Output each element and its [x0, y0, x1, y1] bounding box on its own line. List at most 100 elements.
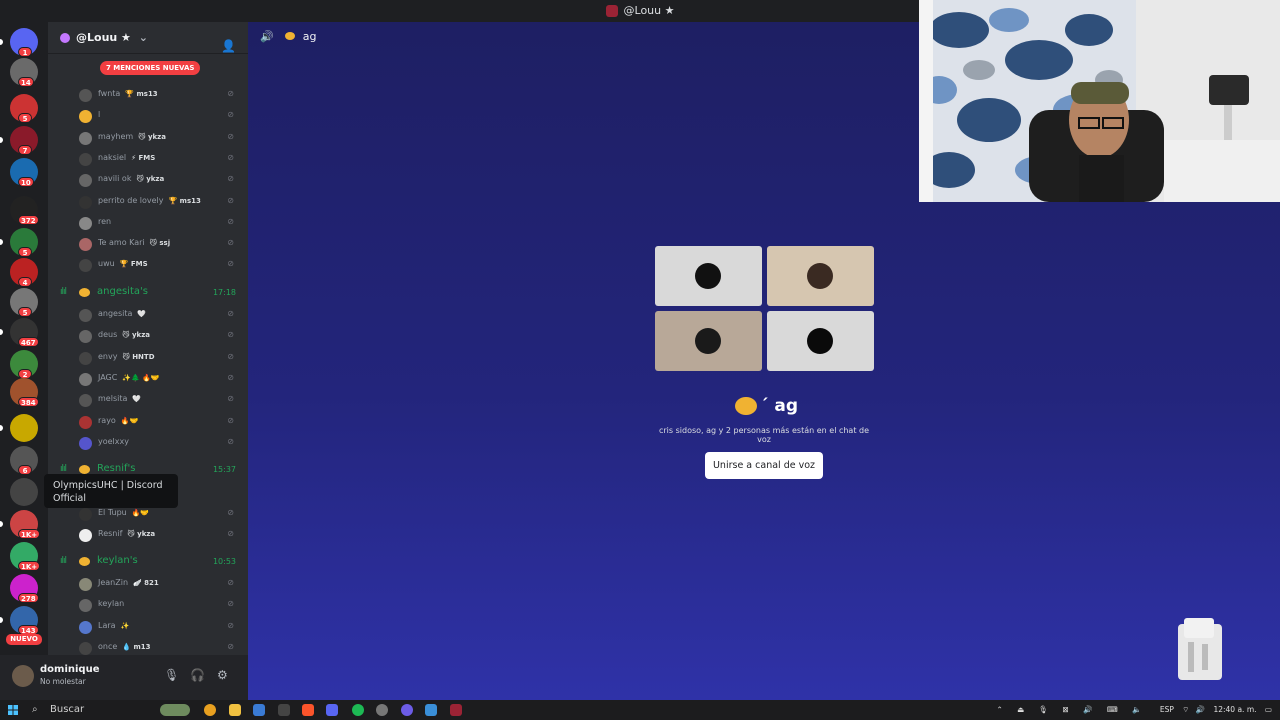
- join-voice-button[interactable]: Unirse a canal de voz: [705, 452, 823, 479]
- voice-member[interactable]: navili ok 😼 ykza ⊘: [48, 170, 248, 190]
- unread-pip: [0, 137, 3, 143]
- member-name-wrap: navili ok 😼 ykza: [98, 174, 164, 183]
- headphones-icon[interactable]: 🎧: [190, 668, 205, 682]
- voice-member[interactable]: Te amo Kari 😼 ssj ⊘: [48, 234, 248, 254]
- clock[interactable]: 12:40 a. m.: [1213, 705, 1256, 714]
- deafened-icon: ⊘: [227, 529, 234, 539]
- app2-icon[interactable]: [401, 704, 413, 716]
- store-icon[interactable]: [253, 704, 265, 716]
- deafened-icon: ⊘: [227, 110, 234, 120]
- member-name-wrap: JAGC ✨🌲 🔥🤝: [98, 373, 160, 382]
- voice-member[interactable]: perrito de lovely 🏆 ms13 ⊘: [48, 192, 248, 212]
- member-name-wrap: naksiel ⚡ FMS: [98, 153, 155, 162]
- system-tray: ⌃ ⏏ 🎙 ⊠ 🔊 ⌨ 🔈 ESP ⌔ 🔊 12:40 a. m. ▭: [996, 700, 1272, 720]
- voice-channel-name: angesita's: [97, 286, 148, 297]
- member-name-wrap: yoelxxy: [98, 437, 134, 446]
- wifi-icon[interactable]: ⌔: [1182, 705, 1189, 714]
- member-name: yoelxxy: [98, 436, 129, 446]
- participant-tile[interactable]: [655, 311, 762, 371]
- speaker-icon: 🔊: [260, 30, 274, 43]
- voice-member[interactable]: rayo 🔥🤝 ⊘: [48, 412, 248, 432]
- microphone-icon[interactable]: 🎙: [164, 668, 179, 682]
- deafened-icon: ⊘: [227, 578, 234, 587]
- avatar[interactable]: [12, 665, 34, 687]
- member-name: angesita: [98, 309, 133, 318]
- avatar: [79, 508, 92, 521]
- voice-member[interactable]: deus 😼 ykza ⊘: [48, 326, 248, 346]
- app-icon[interactable]: [278, 704, 290, 716]
- server-badge: 1K+: [18, 561, 41, 571]
- member-tag: ⚡ FMS: [131, 153, 156, 162]
- voice-member[interactable]: ren ⊘: [48, 213, 248, 233]
- voice-member[interactable]: JeanZin 🪽 821 ⊘: [48, 574, 248, 594]
- voice-channel-title-text: ´ ag: [760, 396, 799, 416]
- server-rail: 1 14 5 7 10 372 5 4 5 467 2 384 6 1K+ 1K+ 278 143 NUEVO: [0, 22, 48, 700]
- notification-icon[interactable]: ▭: [1265, 705, 1272, 714]
- participant-tile[interactable]: [655, 246, 762, 306]
- deafened-icon: ⊘: [227, 415, 234, 425]
- spotify-icon[interactable]: [352, 704, 364, 716]
- voice-member[interactable]: JAGC ✨🌲 🔥🤝 ⊘: [48, 369, 248, 389]
- voice-channel-title: ´ ag: [735, 396, 798, 416]
- member-tag: 😼 ssj: [149, 239, 171, 248]
- avatar: [695, 328, 721, 354]
- user-panel: dominique No molestar 🎙 🎧 ⚙: [0, 655, 248, 700]
- participant-tile[interactable]: [767, 311, 874, 371]
- server-icon[interactable]: [10, 478, 38, 506]
- deafened-icon: ⊘: [227, 152, 234, 162]
- tray-icons[interactable]: ⌃ ⏏ 🎙 ⊠ 🔊 ⌨ 🔈: [996, 705, 1155, 714]
- voice-member[interactable]: naksiel ⚡ FMS ⊘: [48, 149, 248, 169]
- member-tag: 🤍: [137, 310, 147, 318]
- server-badge: 372: [18, 215, 39, 225]
- voice-member[interactable]: uwu 🏆 FMS ⊘: [48, 255, 248, 275]
- gear-icon[interactable]: ⚙: [217, 668, 228, 682]
- voice-member[interactable]: fwnta 🏆 ms13 ⊘: [48, 85, 248, 105]
- add-user-icon[interactable]: 👤: [221, 30, 236, 62]
- voice-channel[interactable]: ılıl keylan's 10:53: [48, 552, 248, 572]
- unread-pip: [0, 239, 3, 245]
- windows-start-icon[interactable]: [8, 705, 18, 715]
- avatar: [807, 263, 833, 289]
- member-name: Lara: [98, 620, 116, 630]
- deafened-icon: ⊘: [227, 89, 234, 98]
- deafened-icon: ⊘: [227, 599, 234, 609]
- server-icon[interactable]: [10, 414, 38, 442]
- server-badge: 384: [18, 397, 39, 407]
- server-badge: 7: [18, 145, 32, 155]
- brave-icon[interactable]: [302, 704, 314, 716]
- avatar: [79, 351, 92, 365]
- widgets-icon[interactable]: [160, 704, 190, 716]
- guild-header[interactable]: @Louu ★ ⌄ 👤: [48, 22, 248, 54]
- voice-member[interactable]: angesita 🤍 ⊘: [48, 305, 248, 325]
- search-icon: ⌕: [32, 704, 38, 715]
- discord-icon[interactable]: [326, 704, 338, 716]
- participant-tile[interactable]: [767, 246, 874, 306]
- voice-member[interactable]: Resnif 😼 ykza ⊘: [48, 525, 248, 545]
- webcam-overlay: [919, 0, 1280, 202]
- voice-channel[interactable]: ılıl angesita's 17:18: [48, 283, 248, 303]
- deafened-icon: ⊘: [227, 174, 234, 184]
- obs-icon[interactable]: [376, 704, 388, 716]
- voice-member[interactable]: keylan ⊘: [48, 595, 248, 615]
- voice-member[interactable]: envy 😼 HNTD ⊘: [48, 348, 248, 368]
- new-mentions-pill[interactable]: 7 MENCIONES NUEVAS: [100, 61, 201, 75]
- language-indicator[interactable]: ESP: [1160, 705, 1174, 714]
- volume-icon[interactable]: 🔊: [1196, 705, 1205, 714]
- deafened-icon: ⊘: [227, 131, 234, 141]
- chrome-icon[interactable]: [204, 704, 216, 716]
- voice-member[interactable]: Lara ✨ ⊘: [48, 617, 248, 637]
- voice-member[interactable]: mayhem 😼 ykza ⊘: [48, 128, 248, 148]
- member-name-wrap: mayhem 😼 ykza: [98, 132, 166, 141]
- telegram-icon[interactable]: [425, 704, 437, 716]
- member-name-wrap: perrito de lovely 🏆 ms13: [98, 196, 201, 205]
- channel-list: @Louu ★ ⌄ 👤 fwnta 🏆 ms13 ⊘ l ⊘ mayhem 😼 ykza ⊘ n…: [48, 22, 248, 700]
- voice-member[interactable]: yoelxxy ⊘: [48, 433, 248, 453]
- server-badge: 6: [18, 465, 32, 475]
- avatar: [807, 328, 833, 354]
- voice-member[interactable]: melsita 🤍 ⊘: [48, 390, 248, 410]
- folder-icon[interactable]: [229, 704, 241, 716]
- voice-member[interactable]: l ⊘: [48, 106, 248, 126]
- voice-activity-icon: ılıl: [60, 464, 67, 474]
- app3-icon[interactable]: [450, 704, 462, 716]
- channel-emoji-icon: [735, 397, 757, 415]
